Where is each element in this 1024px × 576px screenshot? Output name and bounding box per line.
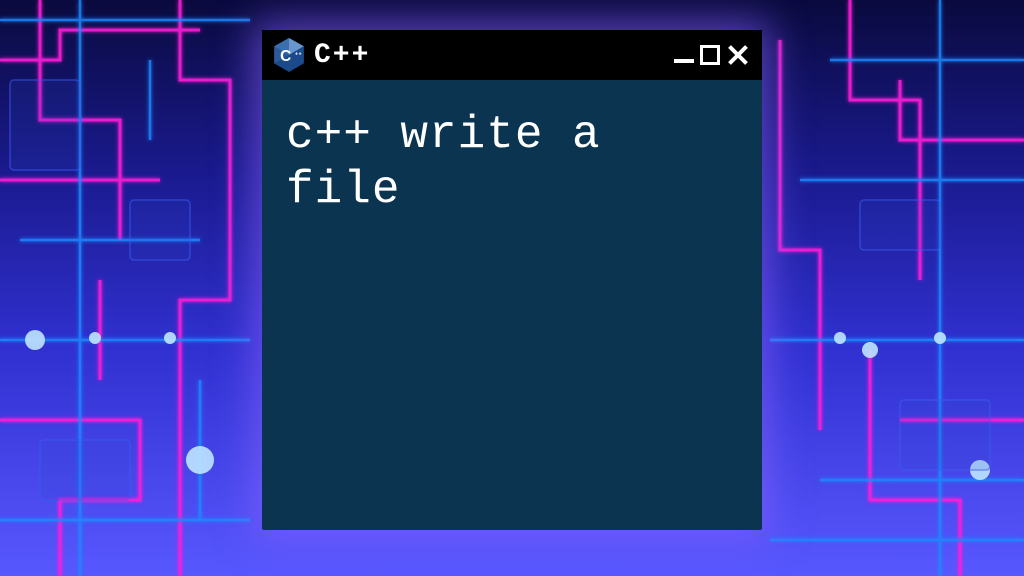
svg-text:+: + <box>298 52 301 58</box>
titlebar[interactable]: C + + C++ <box>262 30 762 80</box>
svg-text:+: + <box>295 52 298 58</box>
close-icon[interactable] <box>726 43 750 67</box>
svg-text:C: C <box>280 48 291 65</box>
maximize-icon[interactable] <box>700 45 720 65</box>
body-text: c++ write a file <box>286 109 601 216</box>
window-controls <box>674 43 750 67</box>
minimize-icon[interactable] <box>674 59 694 63</box>
app-window: C + + C++ c++ write a file <box>262 30 762 530</box>
window-title: C++ <box>314 40 664 71</box>
cpp-logo-icon: C + + <box>274 38 304 72</box>
window-body: c++ write a file <box>262 80 762 246</box>
